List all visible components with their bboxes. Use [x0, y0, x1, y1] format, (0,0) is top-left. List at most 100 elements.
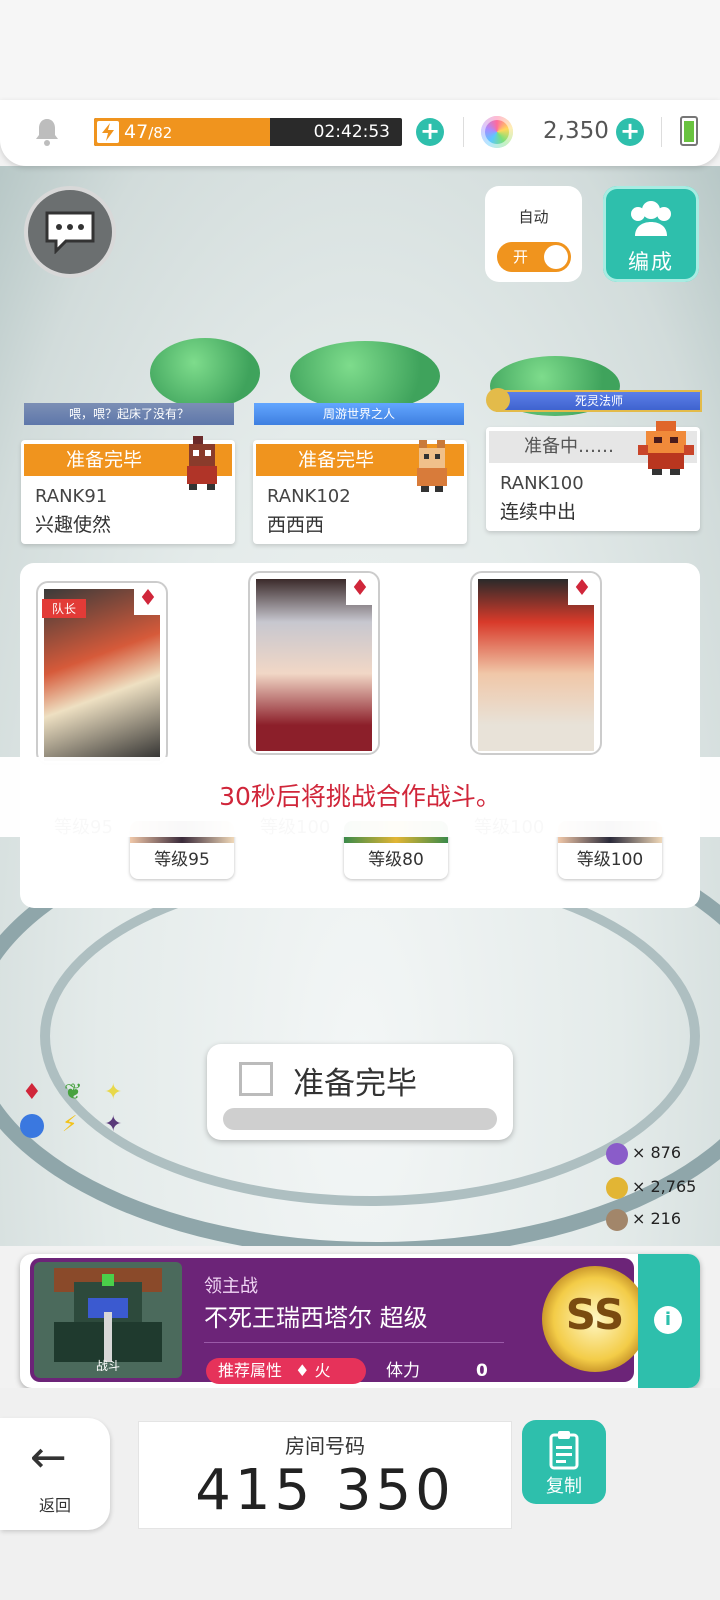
boss-category: 领主战: [204, 1276, 258, 1297]
resource-row: × 2,765: [606, 1174, 696, 1200]
sub-hero-level: 等级80: [368, 850, 424, 870]
room-label: 房间号码: [285, 1434, 365, 1458]
copy-button[interactable]: 复制: [522, 1420, 606, 1504]
light-element-icon: ✦: [104, 1080, 123, 1105]
boss-banner[interactable]: 战斗 领主战 不死王瑞西塔尔 超级 推荐属性 ♦ 火 体力 0 SS i: [20, 1254, 700, 1388]
player-card[interactable]: 准备完毕 RANK91 兴趣使然: [21, 436, 235, 544]
stamina-bar: 47/82 02:42:53: [94, 118, 402, 146]
divider: [204, 1342, 504, 1343]
player-avatar-sprite: [417, 440, 447, 492]
auto-toggle-panel: 自动 开: [485, 186, 582, 282]
back-arrow-icon: ←: [30, 1432, 67, 1483]
dark-element-icon: ✦: [104, 1112, 123, 1137]
resource-row: × 216: [606, 1206, 681, 1232]
top-resource-bar: 47/82 02:42:53 + 2,350 +: [0, 100, 720, 166]
stamina-cost: 0: [476, 1361, 488, 1381]
battery-icon: [680, 116, 698, 146]
player-card[interactable]: 准备中…… RANK100 连续中出: [486, 421, 700, 531]
status-bar: [0, 0, 720, 100]
player-title-ribbon: 死灵法师: [496, 390, 702, 412]
ready-progress-track: [223, 1108, 497, 1130]
battle-label: 战斗: [95, 1359, 120, 1373]
resource-value: × 876: [632, 1143, 682, 1162]
back-label: 返回: [38, 1496, 71, 1515]
countdown-notice: 30秒后将挑战合作战斗。: [0, 757, 720, 837]
speech-bubble-icon: [45, 211, 95, 254]
room-number: 415 350: [195, 1458, 455, 1523]
boss-art: 战斗: [34, 1262, 182, 1378]
stamina-value: 47/82: [124, 118, 172, 146]
rank-badge-icon: [486, 388, 510, 412]
player-avatar-sprite: [638, 421, 694, 475]
grade-badge: SS: [542, 1266, 648, 1372]
stamina-max: /82: [148, 124, 173, 142]
tag-label: 推荐属性: [218, 1361, 283, 1380]
grade-text: SS: [565, 1290, 625, 1339]
bell-icon[interactable]: [32, 116, 62, 148]
element-affinity-chart: ♦ ❦ ✦ ⚡ ✦: [20, 1076, 130, 1146]
hero-card[interactable]: ♦: [248, 571, 380, 755]
lightning-icon: [97, 121, 119, 143]
back-button[interactable]: ← 返回: [0, 1418, 110, 1530]
info-button[interactable]: i: [638, 1254, 700, 1388]
sub-hero-level: 等级100: [576, 850, 644, 870]
element-name: 火: [314, 1361, 331, 1380]
water-element-icon: [20, 1114, 44, 1138]
player-name: 连续中出: [500, 501, 577, 523]
ready-button[interactable]: 准备完毕: [207, 1044, 513, 1140]
player-rank: RANK91: [35, 486, 108, 507]
auto-label: 自动: [518, 208, 549, 226]
hero-card[interactable]: ♦ 队长: [36, 581, 168, 765]
stamina-current: 47: [124, 121, 149, 143]
hero-lineup-panel: ♦ 队长 ♦ ♦ 等级95 等级95 等级100 等级80 等级100 等级10…: [20, 563, 700, 908]
player-name: 兴趣使然: [35, 514, 112, 536]
auto-toggle[interactable]: 开: [497, 242, 571, 272]
bronze-medal-icon: [606, 1208, 628, 1231]
player-rank: RANK102: [267, 486, 351, 507]
tree-decoration: [290, 341, 440, 411]
countdown-text: 30秒后将挑战合作战斗。: [219, 782, 501, 811]
boss-info: 战斗 领主战 不死王瑞西塔尔 超级 推荐属性 ♦ 火 体力 0 SS: [30, 1258, 648, 1384]
gem-count: 2,350: [543, 118, 609, 144]
player-avatar-sprite: [187, 436, 217, 490]
ready-checkbox[interactable]: [239, 1062, 273, 1096]
fire-element-icon: ♦: [568, 573, 596, 605]
ready-label: 准备完毕: [293, 1066, 417, 1102]
sub-hero-level: 等级95: [154, 850, 210, 870]
fire-element-icon: ♦: [22, 1080, 42, 1105]
add-gems-button[interactable]: +: [616, 118, 644, 146]
player-title-ribbon: 周游世界之人: [254, 403, 464, 425]
fire-element-icon: ♦: [134, 583, 162, 615]
tree-decoration: [150, 338, 260, 408]
recommended-element-tag: 推荐属性 ♦ 火: [206, 1358, 366, 1384]
boss-name: 不死王瑞西塔尔 超级: [204, 1304, 428, 1332]
resource-value: × 2,765: [632, 1177, 697, 1196]
resource-value: × 216: [632, 1209, 682, 1228]
fire-element-icon: ♦: [295, 1361, 310, 1380]
stamina-timer: 02:42:53: [313, 122, 390, 142]
team-formation-button[interactable]: 编成: [603, 186, 699, 282]
purple-medal-icon: [606, 1142, 628, 1165]
player-name: 西西西: [267, 514, 325, 536]
copy-label: 复制: [546, 1476, 582, 1497]
team-button-label: 编成: [628, 250, 674, 274]
divider: [661, 117, 662, 147]
arena-ring-inner: [40, 866, 700, 1206]
stamina-fill: [94, 118, 271, 146]
add-stamina-button[interactable]: +: [416, 118, 444, 146]
thunder-element-icon: ⚡: [62, 1112, 78, 1137]
toggle-knob: [544, 245, 568, 269]
room-number-box: 房间号码 415 350: [138, 1421, 512, 1529]
resource-row: × 876: [606, 1140, 681, 1166]
player-title-ribbon: 喂，喂？起床了没有？: [24, 403, 234, 425]
rainbow-gem-icon: [481, 116, 513, 148]
gold-medal-icon: [606, 1176, 628, 1199]
divider: [463, 117, 464, 147]
hero-card[interactable]: ♦: [470, 571, 602, 755]
chat-button[interactable]: [24, 186, 116, 278]
captain-badge: 队长: [42, 599, 87, 618]
team-icon: [631, 201, 671, 236]
player-card[interactable]: 准备完毕 RANK102 西西西: [253, 440, 467, 544]
stamina-label: 体力: [386, 1361, 420, 1381]
clipboard-icon: [549, 1431, 579, 1470]
